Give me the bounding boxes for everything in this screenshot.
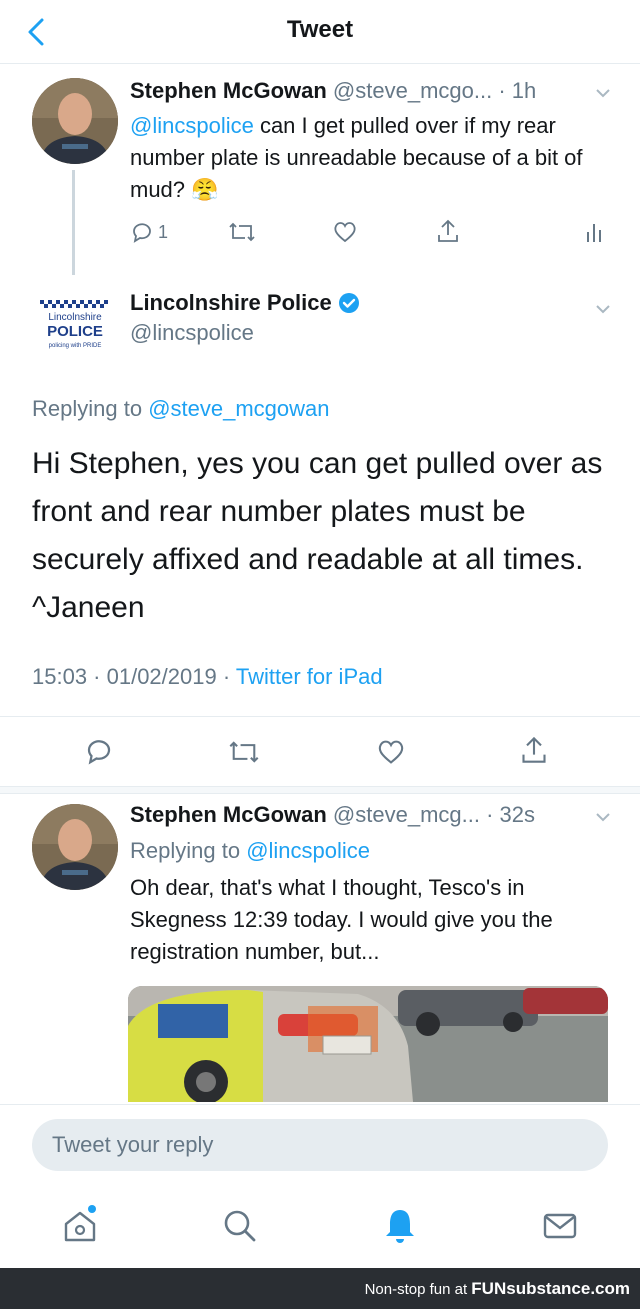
- analytics-button[interactable]: [584, 220, 604, 244]
- replying-prefix: Replying to: [32, 396, 149, 421]
- footer-prefix: Non-stop fun at: [364, 1281, 472, 1298]
- tweet-meta: 15:03 · 01/02/2019 · Twitter for iPad: [32, 664, 383, 690]
- tweet3-header: Stephen McGowan @steve_mcg... · 32s: [130, 802, 535, 828]
- replying-to: Replying to @steve_mcgowan: [32, 396, 330, 422]
- replying-handle[interactable]: @lincspolice: [246, 838, 370, 863]
- chevron-down-icon[interactable]: [594, 300, 612, 318]
- page-title: Tweet: [286, 16, 354, 43]
- author-handle[interactable]: @steve_mcg...: [333, 802, 480, 827]
- notifications-bell-icon[interactable]: [378, 1204, 422, 1248]
- tweet-time: · 1h: [498, 78, 537, 103]
- watermark-footer: Non-stop fun at FUNsubstance.com: [0, 1268, 640, 1309]
- heart-icon: [378, 740, 404, 764]
- home-icon[interactable]: [58, 1204, 102, 1248]
- reply-count: 1: [158, 221, 169, 242]
- author-name[interactable]: Stephen McGowan: [130, 78, 327, 103]
- reply-icon: [133, 223, 151, 243]
- thread-line: [72, 170, 75, 275]
- avatar[interactable]: [32, 78, 118, 164]
- tweet3-text: Oh dear, that's what I thought, Tesco's …: [130, 875, 553, 964]
- section-divider: [0, 786, 640, 794]
- reply-button[interactable]: [84, 736, 114, 766]
- share-icon: [522, 736, 546, 763]
- chevron-down-icon[interactable]: [594, 808, 612, 826]
- retweet-icon: [229, 222, 255, 242]
- tweet2-author: Lincolnshire Police: [130, 290, 360, 316]
- share-icon: [438, 219, 458, 242]
- replying-handle[interactable]: @steve_mcgowan: [148, 396, 329, 421]
- reply-icon: [87, 740, 111, 765]
- police-logo[interactable]: Lincolnshire POLICE policing with PRIDE: [32, 296, 118, 360]
- replying-prefix: Replying to: [130, 838, 247, 863]
- logo-line1: Lincolnshire: [48, 312, 102, 323]
- analytics-icon: [587, 224, 601, 242]
- messages-mail-icon[interactable]: [538, 1204, 582, 1248]
- profile-photo-icon: [32, 78, 118, 164]
- chevron-down-icon[interactable]: [594, 84, 612, 102]
- reply-input[interactable]: [32, 1119, 608, 1171]
- author-name[interactable]: Stephen McGowan: [130, 802, 327, 827]
- share-button[interactable]: [520, 734, 548, 766]
- tweet1-header: Stephen McGowan @steve_mcgo... · 1h: [130, 78, 536, 104]
- mention-link[interactable]: @lincspolice: [130, 113, 254, 138]
- tweet1-actions: 1: [130, 216, 610, 250]
- top-bar: Tweet: [0, 0, 640, 64]
- tweet-time: · 32s: [486, 802, 536, 827]
- replying-to: Replying to @lincspolice: [130, 838, 370, 864]
- verified-badge-icon: [338, 293, 359, 313]
- timestamp: 15:03 · 01/02/2019 ·: [32, 664, 236, 689]
- avatar[interactable]: [32, 804, 118, 890]
- logo-line3: policing with PRIDE: [49, 343, 102, 349]
- profile-photo-icon: [32, 804, 118, 890]
- retweet-icon: [229, 741, 259, 763]
- retweet-button[interactable]: [228, 738, 260, 766]
- reply-bar: [0, 1104, 640, 1184]
- share-button[interactable]: [436, 218, 460, 244]
- author-handle[interactable]: @lincspolice: [130, 320, 254, 346]
- footer-brand: FUNsubstance.com: [471, 1279, 630, 1298]
- tweet2-text: Hi Stephen, yes you can get pulled over …: [32, 447, 603, 624]
- attached-photo[interactable]: [128, 986, 608, 1102]
- search-icon[interactable]: [218, 1204, 262, 1248]
- retweet-button[interactable]: [228, 220, 256, 244]
- like-button[interactable]: [376, 738, 406, 766]
- logo-line2: POLICE: [47, 323, 103, 340]
- heart-icon: [334, 222, 356, 243]
- reply-button[interactable]: 1: [130, 220, 168, 244]
- like-button[interactable]: [332, 220, 358, 244]
- tab-bar: [0, 1184, 640, 1268]
- tweet1-text: @lincspolice can I get pulled over if my…: [130, 110, 600, 206]
- source-link[interactable]: Twitter for iPad: [236, 664, 383, 689]
- author-name[interactable]: Lincolnshire Police: [130, 290, 332, 316]
- author-handle[interactable]: @steve_mcgo...: [333, 78, 492, 103]
- tweet2-actions: [0, 722, 640, 782]
- divider: [0, 716, 640, 717]
